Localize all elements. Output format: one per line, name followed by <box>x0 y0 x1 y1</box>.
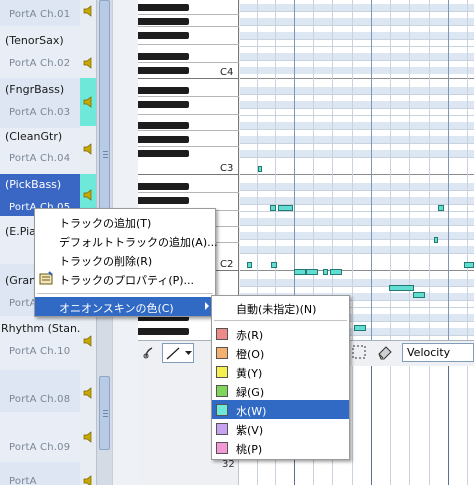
menu-onion-skin-color[interactable]: オニオンスキンの色(C) <box>35 297 215 316</box>
track-port: PortA Ch.02 <box>9 58 71 69</box>
line-tool-button[interactable] <box>162 343 194 363</box>
color-purple[interactable]: 紫(V) <box>212 419 349 438</box>
speaker-icon[interactable] <box>83 189 93 201</box>
track-port: PortA Ch.08 <box>9 394 71 405</box>
color-swatch <box>216 385 228 397</box>
speaker-icon[interactable] <box>83 335 93 347</box>
track-name: (CleanGtr) <box>5 130 63 143</box>
velocity-value: 32 <box>222 459 235 470</box>
menu-add-default-track[interactable]: デフォルトトラックの追加(A)... <box>35 231 218 250</box>
color-pink[interactable]: 桃(P) <box>212 438 349 457</box>
track-name: Rhythm (Stan... <box>1 322 88 335</box>
track-port: PortA Ch.03 <box>9 107 71 118</box>
chevron-down-icon <box>185 351 192 355</box>
octave-label-c3: C3 <box>220 163 234 174</box>
octave-label-c2: C2 <box>220 259 234 270</box>
color-yellow[interactable]: 黄(Y) <box>212 362 349 381</box>
track-item[interactable]: (TenorSax) PortA Ch.02 <box>0 26 80 78</box>
speaker-icon[interactable] <box>83 5 93 17</box>
octave-label-c4: C4 <box>220 67 234 78</box>
track-port: PortA Ch.09 <box>9 442 71 453</box>
track-item[interactable]: (CleanGtr) PortA Ch.04 <box>0 128 80 174</box>
track-item[interactable]: PortA Ch.09 <box>0 412 80 462</box>
track-port: PortA Ch.01 <box>9 9 71 20</box>
track-item[interactable]: PortA <box>0 462 80 485</box>
piano-roll-grid[interactable] <box>240 0 474 340</box>
color-swatch <box>216 423 228 435</box>
submenu-arrow-icon <box>205 302 209 310</box>
properties-icon <box>39 271 53 285</box>
color-swatch <box>216 347 228 359</box>
track-item[interactable]: PortA Ch.08 <box>0 370 80 412</box>
track-name: (PickBass) <box>5 178 62 191</box>
color-green[interactable]: 緑(G) <box>212 381 349 400</box>
eraser-icon[interactable] <box>376 343 394 361</box>
color-swatch <box>216 328 228 340</box>
menu-add-track[interactable]: トラックの追加(T) <box>35 212 215 231</box>
speaker-icon[interactable] <box>83 387 93 399</box>
color-swatch <box>216 366 228 378</box>
select-rect-icon[interactable] <box>352 345 366 359</box>
speaker-icon[interactable] <box>83 431 93 443</box>
track-item[interactable]: PortA Ch.01 <box>0 0 80 26</box>
color-cyan[interactable]: 水(W) <box>212 400 349 419</box>
speaker-icon[interactable] <box>83 57 93 69</box>
speaker-icon[interactable] <box>83 143 93 155</box>
track-name: (Gran <box>5 274 37 287</box>
track-name: (TenorSax) <box>5 34 64 47</box>
onion-skin-color-menu: 自動(未指定)(N) 赤(R) 橙(O) 黄(Y) 緑(G) 水(W) 紫(V)… <box>211 295 350 460</box>
line-tool-icon <box>166 347 180 360</box>
menu-delete-track[interactable]: トラックの削除(R) <box>35 250 215 269</box>
pencil-tool-icon[interactable] <box>142 345 156 359</box>
track-port: PortA Ch.10 <box>9 346 71 357</box>
track-context-menu: トラックの追加(T) デフォルトトラックの追加(A)... トラックの削除(R)… <box>34 208 218 317</box>
color-swatch <box>216 404 228 416</box>
scroll-thumb[interactable] <box>99 376 110 450</box>
speaker-icon[interactable] <box>83 96 93 108</box>
track-port: PortA Ch.04 <box>9 153 71 164</box>
track-name: (FngrBass) <box>5 83 65 96</box>
color-red[interactable]: 赤(R) <box>212 324 349 343</box>
track-name: (E.Pia <box>5 225 36 238</box>
color-orange[interactable]: 橙(O) <box>212 343 349 362</box>
track-port: PortA <box>9 476 37 485</box>
controller-select[interactable]: Velocity <box>402 343 474 362</box>
speaker-icon[interactable] <box>83 475 93 485</box>
color-swatch <box>216 442 228 454</box>
track-item[interactable]: (FngrBass) PortA Ch.03 <box>0 78 80 128</box>
color-auto[interactable]: 自動(未指定)(N) <box>212 298 349 317</box>
track-item[interactable]: Rhythm (Stan... PortA Ch.10 <box>0 316 87 370</box>
menu-track-properties[interactable]: トラックのプロパティ(P)... <box>35 269 215 288</box>
